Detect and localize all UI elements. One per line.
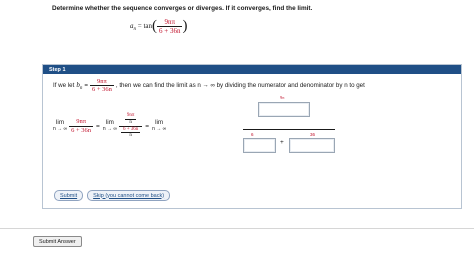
divider (0, 228, 474, 229)
answer-fraction: 9π 6 36 + (243, 95, 335, 165)
limit-3: lim n → ∞ (152, 118, 167, 133)
sequence-denominator: 6 + 36n (159, 27, 181, 36)
limit-2-bottom: 6 + 36n n (119, 127, 142, 140)
limit-2-bottom-fraction: 6 + 36n n (120, 126, 141, 139)
limit-1-numerator: 9nπ (69, 118, 94, 127)
question-prompt: Determine whether the sequence converges… (52, 5, 313, 12)
right-paren: ) (182, 18, 188, 35)
step-intro: If we let bn = 9nπ 6 + 36n , then we can … (53, 78, 365, 94)
b-denominator: 6 + 36n (91, 86, 112, 94)
limit-1: lim n → ∞ (53, 118, 68, 133)
answer-denominator-right-input[interactable] (289, 138, 335, 153)
limit-1-denominator: 6 + 36n (71, 126, 92, 134)
right-denominator-hint: 36 (310, 132, 316, 137)
submit-button[interactable]: Submit (54, 190, 84, 201)
limit-expression: lim n → ∞ 9nπ 6 + 36n = lim n → ∞ 9nπ n 6 + … (53, 113, 168, 139)
limit-2: lim n → ∞ (102, 118, 117, 133)
sequence-lhs-sub: n (133, 27, 137, 33)
b-numerator: 9nπ (89, 78, 114, 87)
intro-prefix: If we let (53, 82, 75, 90)
left-denominator-hint: 6 (251, 132, 254, 137)
sequence-definition: an = tan(9nπ 6 + 36n) (130, 18, 187, 35)
limit-1-fraction: 9nπ 6 + 36n (69, 118, 94, 134)
equals-sign: = (145, 122, 150, 130)
intro-suffix: , then we can find the limit as n → ∞ by… (115, 82, 365, 90)
limit-2-top: 9nπ n (118, 113, 143, 127)
equals-sign: = (96, 122, 100, 130)
step-header: Step 1 (43, 65, 461, 74)
sequence-numerator: 9nπ (157, 18, 183, 28)
skip-button[interactable]: Skip (you cannot come back) (87, 190, 171, 201)
answer-denominator-left-input[interactable] (243, 138, 276, 153)
plus-sign: + (280, 139, 284, 146)
limit-2-top-fraction: 9nπ n (124, 113, 137, 125)
intro-equals: = (84, 82, 88, 90)
sequence-equals: = (137, 22, 142, 31)
sequence-func: tan (143, 22, 153, 31)
fraction-bar (243, 129, 335, 130)
limit-2-compound-fraction: 9nπ n 6 + 36n n (118, 113, 143, 140)
b-fraction: 9nπ 6 + 36n (89, 78, 114, 94)
sequence-fraction: 9nπ 6 + 36n (157, 18, 183, 36)
step-panel: Step 1 If we let bn = 9nπ 6 + 36n , then … (42, 64, 462, 209)
submit-answer-button[interactable]: Submit Answer (33, 236, 82, 247)
step-buttons: Submit Skip (you cannot come back) (54, 190, 171, 201)
numerator-hint: 9π (280, 95, 285, 100)
b-var: bn (76, 80, 83, 91)
answer-numerator-input[interactable] (258, 102, 310, 117)
